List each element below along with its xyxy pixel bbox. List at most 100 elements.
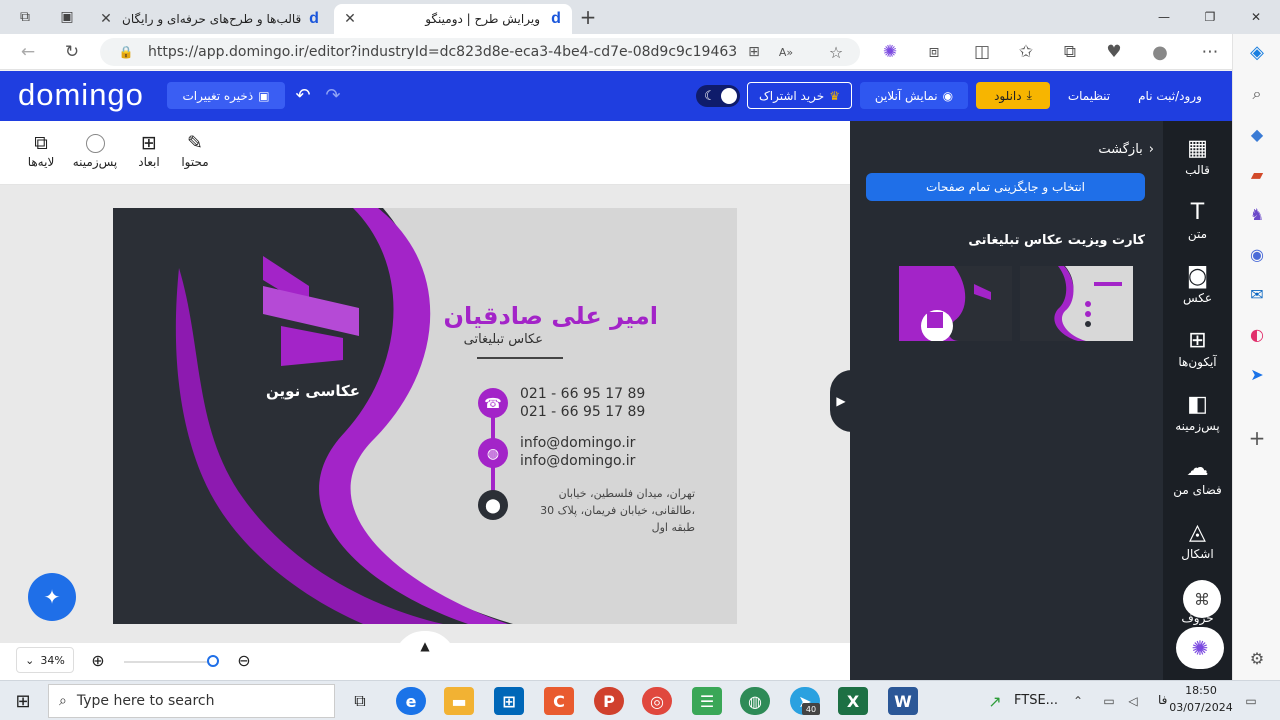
copilot-brain-icon[interactable]: ✺ [878,40,902,64]
domingo-logo[interactable]: domingo [18,77,144,113]
chevron-right-icon: › [1148,141,1154,157]
online-preview-button[interactable]: نمایش آنلاین ◉ [860,82,968,109]
performance-icon[interactable]: ♥ [1102,40,1126,64]
close-tab-icon[interactable]: ✕ [98,11,114,27]
dark-mode-toggle[interactable]: ☾ [696,85,740,107]
tab-templates[interactable]: ✕ قالب‌ها و طرح‌های حرفه‌ای و رایگان d [90,4,330,34]
copilot-icon[interactable]: ◈ [1245,40,1269,64]
refresh-icon[interactable]: ↻ [60,40,84,64]
zoom-in-icon[interactable]: ⊕ [88,649,108,671]
template-thumbnail[interactable] [899,266,1012,341]
undo-icon[interactable]: ↶ [292,85,314,106]
redo-icon[interactable]: ↷ [322,85,344,106]
dimensions-tool[interactable]: ⊞ ابعاد [124,131,174,169]
layers-tool-label: لایه‌ها [27,155,55,169]
close-window-button[interactable]: ✕ [1244,7,1268,27]
login-link[interactable]: ورود/ثبت نام [1130,82,1210,109]
replace-all-button[interactable]: انتخاب و جایگزینی تمام صفحات [866,173,1145,201]
back-link[interactable]: بازگشت › [1074,139,1154,159]
word-icon[interactable]: W [888,687,918,715]
add-sidebar-icon[interactable]: + [1245,426,1269,450]
globe-app-icon[interactable]: ◍ [740,687,770,715]
settings-link[interactable]: تنظیمات [1058,82,1120,109]
volume-icon[interactable]: ◁ [1124,691,1142,711]
read-aloud-icon[interactable]: A» [776,42,796,62]
close-tab-icon[interactable]: ✕ [342,11,358,27]
tab-editor[interactable]: ✕ ویرایش طرح | دومینگو d [334,4,572,34]
workspaces-icon[interactable]: ⧉ [14,8,36,26]
split-screen-icon[interactable]: ◫ [970,40,994,64]
background-tool[interactable]: پس‌زمینه [70,131,120,169]
card-name: امیر علی صادقیان [443,302,658,330]
layers-tool[interactable]: ⧉ لایه‌ها [16,131,66,169]
stock-ticker[interactable]: FTSE... [1014,693,1058,708]
zoom-select[interactable]: ⌄ 34% [16,647,74,673]
shopping-tag-icon[interactable]: ◆ [1245,122,1269,146]
rail-item-my-space[interactable]: ☁ فضای من [1163,455,1232,497]
zoom-slider-track[interactable] [124,661,214,663]
extensions-icon[interactable]: ⧈ [922,40,946,64]
clock-date[interactable]: 03/07/2024 [1164,701,1238,714]
tools-icon[interactable]: ▰ [1245,162,1269,186]
app-p-icon[interactable]: P [594,687,624,715]
task-view-icon[interactable]: ⧉ [345,687,375,715]
notifications-icon[interactable]: ▭ [1240,690,1262,712]
search-icon[interactable]: ⌕ [1245,82,1269,106]
designer-icon[interactable]: ◐ [1245,322,1269,346]
games-icon[interactable]: ♞ [1245,202,1269,226]
app-green-icon[interactable]: ☰ [692,687,722,715]
excel-icon[interactable]: X [838,687,868,715]
rail-item-icons[interactable]: ⊞ آیکون‌ها [1163,327,1232,369]
favorites-icon[interactable]: ✩ [1014,40,1038,64]
send-icon[interactable]: ➤ [1245,362,1269,386]
battery-icon[interactable]: ▭ [1100,691,1118,711]
tab-title: ویرایش طرح | دومینگو [425,12,540,26]
outlook-icon[interactable]: ✉ [1245,282,1269,306]
file-explorer-icon[interactable]: ▬ [444,687,474,715]
minimize-button[interactable]: — [1152,7,1176,27]
more-menu-icon[interactable]: ⋯ [1198,40,1222,64]
template-thumbnail[interactable] [1020,266,1133,341]
business-card[interactable]: ☎ ◍ ⬤ عکاسی نوین امیر علی صادقیان عکاس ت… [113,208,737,624]
download-button[interactable]: دانلود ⤓ [976,82,1050,109]
vertical-tabs-icon[interactable]: ▣ [56,7,78,27]
collapse-panel-handle[interactable]: ▶ [830,370,852,432]
app-available-icon[interactable]: ⊞ [744,42,764,62]
chevron-down-icon: ⌄ [25,653,35,667]
zoom-out-icon[interactable]: ⊖ [234,649,254,671]
sidebar-settings-icon[interactable]: ⚙ [1245,646,1269,670]
save-button[interactable]: ذخیره تغییرات ▣ [167,82,285,109]
translate-bubble-icon[interactable]: ⌘ [1183,580,1221,618]
chrome-icon[interactable]: ◎ [642,687,672,715]
windows-start-icon[interactable]: ⊞ [12,690,34,712]
card-title: عکاس تبلیغاتی [463,332,543,347]
rail-item-background[interactable]: ◧ پس‌زمینه [1163,391,1232,433]
edge-taskbar-icon[interactable]: e [396,687,426,715]
store-icon[interactable]: ⊞ [494,687,524,715]
rail-item-text[interactable]: T متن [1163,199,1232,241]
buy-subscription-button[interactable]: خرید اشتراک ♛ [747,82,852,109]
copilot-brain-bubble-icon[interactable]: ✺ [1176,627,1224,669]
collections-icon[interactable]: ⧉ [1058,40,1082,64]
restore-button[interactable]: ❐ [1198,7,1222,27]
preview-label: نمایش آنلاین [874,88,938,103]
office-icon[interactable]: ◉ [1245,242,1269,266]
taskbar-search[interactable]: ⌕ Type here to search [48,684,335,718]
app-c-icon[interactable]: C [544,687,574,715]
url-field[interactable]: 🔒 https://app.domingo.ir/editor?industry… [100,38,860,66]
back-icon[interactable]: ← [16,40,40,64]
clock-time[interactable]: 18:50 [1176,684,1226,697]
magic-wand-button[interactable]: ✦ [28,573,76,621]
svg-text:⬤: ⬤ [485,498,501,514]
rail-item-shapes[interactable]: ◬ اشکال [1163,519,1232,561]
rail-item-template[interactable]: ▦ قالب [1163,135,1232,177]
new-tab-button[interactable]: + [578,5,598,29]
content-tool[interactable]: ✎ محتوا [170,131,220,169]
tray-chevron-icon[interactable]: ⌃ [1070,691,1086,711]
zoom-slider-thumb[interactable] [207,655,219,667]
rail-item-image[interactable]: ◙ عکس [1163,263,1232,305]
favorite-star-icon[interactable]: ☆ [826,42,846,62]
profile-avatar[interactable]: ● [1148,40,1172,64]
card-brand: عکاسی نوین [266,382,360,400]
pages-expand-button[interactable]: ▲ [394,631,456,661]
